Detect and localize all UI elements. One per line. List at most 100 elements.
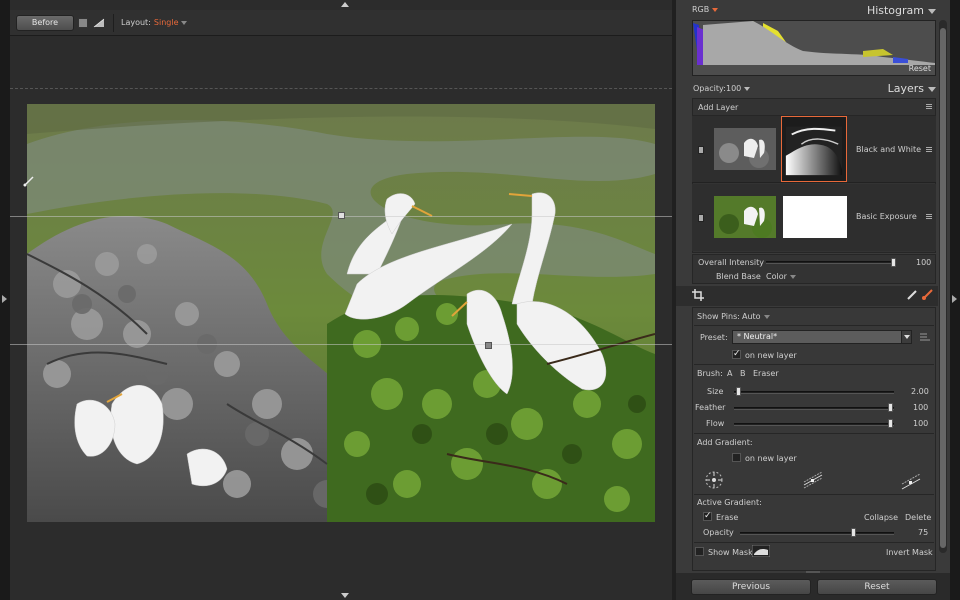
feather-handle[interactable] — [888, 403, 893, 412]
linear-gradient-icon[interactable] — [900, 470, 922, 490]
divider — [694, 364, 934, 365]
show-mask-label: Show Mask — [708, 548, 753, 557]
layout-value[interactable]: Single — [154, 18, 179, 27]
gradient-pin[interactable] — [338, 212, 345, 219]
blend-base-label: Blend Base — [716, 272, 761, 281]
canvas-toolbar: Before Layout: Single — [10, 10, 672, 36]
preset-new-layer-label: on new layer — [745, 351, 797, 360]
chevron-down-icon[interactable] — [181, 20, 188, 25]
histogram-header[interactable]: RGB Histogram — [676, 2, 938, 20]
blend-base-value[interactable]: Color — [766, 272, 787, 281]
eraser-icon[interactable] — [906, 289, 918, 301]
gradient-opacity-value: 75 — [918, 528, 929, 537]
preset-select[interactable]: * Neutral* — [732, 330, 912, 344]
brush-b-button[interactable]: B — [740, 369, 746, 378]
layers-title: Layers — [887, 82, 924, 95]
layout-dropdown[interactable]: Single — [154, 18, 188, 27]
collapse-bottom-icon[interactable] — [341, 593, 349, 598]
overall-intensity-slider[interactable] — [766, 261, 896, 264]
histogram-reset-button[interactable]: Reset — [909, 64, 931, 73]
histogram-title: Histogram — [866, 4, 924, 17]
left-panel-strip[interactable] — [0, 0, 10, 600]
layer-visibility-icon[interactable] — [698, 214, 704, 222]
divider — [694, 494, 934, 495]
layer-mask-thumbnail[interactable] — [781, 116, 847, 182]
collapse-top-icon[interactable] — [341, 2, 349, 7]
scrollbar-thumb[interactable] — [940, 28, 946, 548]
chevron-down-icon[interactable] — [712, 7, 719, 12]
crop-guide — [10, 88, 672, 89]
chevron-down-icon[interactable] — [744, 86, 751, 91]
gradient-opacity-handle[interactable] — [851, 528, 856, 537]
layer-name-selected[interactable]: Black and White — [856, 145, 921, 154]
gradient-pin[interactable] — [485, 342, 492, 349]
preset-dropdown-icon[interactable] — [901, 330, 912, 344]
layer-row[interactable]: Black and White — [692, 116, 936, 183]
channel-dropdown[interactable]: RGB — [692, 5, 719, 14]
brush-a-button[interactable]: A — [727, 369, 732, 378]
gradient-new-layer-label: on new layer — [745, 454, 797, 463]
flow-slider[interactable] — [734, 423, 894, 426]
expand-right-panel-icon[interactable] — [952, 295, 957, 303]
size-handle[interactable] — [736, 387, 741, 396]
layer-thumbnail — [714, 128, 776, 170]
layers-menu-icon[interactable] — [926, 104, 932, 109]
brush-cursor-icon — [23, 176, 34, 187]
delete-button[interactable]: Delete — [905, 513, 931, 522]
layer-name[interactable]: Basic Exposure — [856, 212, 917, 221]
show-pins-value[interactable]: Auto — [742, 312, 761, 321]
layer-menu-icon[interactable] — [926, 214, 932, 219]
histogram-graph: Reset — [692, 20, 936, 76]
collapse-histogram-icon[interactable] — [928, 9, 936, 14]
preset-value[interactable]: * Neutral* — [737, 332, 777, 341]
checkmark-icon: ✓ — [704, 511, 712, 521]
opacity-value[interactable]: 100 — [726, 84, 741, 93]
brush-icon[interactable] — [921, 289, 933, 301]
canvas-area: Before Layout: Single — [10, 0, 672, 600]
brush-eraser-button[interactable]: Eraser — [753, 369, 779, 378]
invert-mask-button[interactable]: Invert Mask — [886, 548, 933, 557]
add-layer-button[interactable]: Add Layer — [698, 103, 738, 112]
toolbar-divider — [113, 13, 114, 32]
preset-label: Preset: — [700, 333, 728, 342]
split-view-icon[interactable] — [93, 18, 105, 28]
layers-header[interactable]: Opacity: 100 Layers — [676, 80, 938, 98]
layer-mask-thumbnail[interactable] — [783, 196, 847, 238]
before-button[interactable]: Before — [16, 14, 74, 31]
compare-checkbox[interactable] — [78, 17, 88, 28]
layer-row[interactable]: Basic Exposure — [692, 184, 936, 251]
feather-slider[interactable] — [734, 407, 894, 410]
blend-base-dropdown[interactable]: Color — [766, 272, 796, 281]
show-pins-dropdown[interactable]: Auto — [742, 312, 770, 321]
resize-handle[interactable] — [806, 571, 820, 573]
gradient-opacity-slider[interactable] — [740, 532, 894, 535]
expand-left-panel-icon[interactable] — [2, 295, 7, 303]
erase-label: Erase — [716, 513, 739, 522]
collapse-layers-icon[interactable] — [928, 87, 936, 92]
collapse-button[interactable]: Collapse — [864, 513, 898, 522]
layout-label: Layout: — [121, 18, 151, 27]
preset-menu-icon[interactable] — [920, 333, 930, 341]
gradient-new-layer-checkbox[interactable] — [732, 453, 741, 462]
chevron-down-icon[interactable] — [789, 274, 796, 279]
layer-menu-icon[interactable] — [926, 147, 932, 152]
mirrored-gradient-icon[interactable] — [802, 470, 824, 490]
radial-gradient-icon[interactable] — [704, 470, 724, 490]
layer-visibility-icon[interactable] — [698, 146, 704, 154]
opacity-dropdown[interactable]: 100 — [726, 84, 751, 93]
mask-preview-icon[interactable] — [752, 545, 770, 557]
overall-intensity-label: Overall Intensity — [698, 258, 764, 267]
show-mask-checkbox[interactable] — [695, 547, 704, 556]
overall-intensity-handle[interactable] — [891, 258, 896, 267]
previous-button[interactable]: Previous — [691, 579, 811, 595]
chevron-down-icon[interactable] — [763, 314, 770, 319]
crop-icon[interactable] — [692, 289, 704, 301]
channel-value[interactable]: RGB — [692, 5, 709, 14]
gradient-guide-line[interactable] — [10, 344, 672, 345]
photo-canvas[interactable] — [27, 104, 655, 522]
flow-handle[interactable] — [888, 419, 893, 428]
reset-button[interactable]: Reset — [817, 579, 937, 595]
size-slider[interactable] — [734, 391, 894, 394]
size-label: Size — [707, 387, 724, 396]
brush-label: Brush: — [697, 369, 723, 378]
